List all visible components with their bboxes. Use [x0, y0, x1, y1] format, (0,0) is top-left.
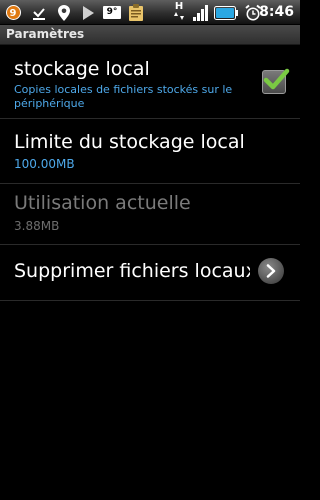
- battery-icon: [214, 3, 238, 22]
- hspa-signal-icon: H: [170, 1, 188, 22]
- page-title: Paramètres: [6, 27, 85, 41]
- pref-current-usage: Utilisation actuelle 3.88MB: [0, 186, 300, 240]
- notification-badge-icon: 9: [4, 3, 22, 22]
- download-done-icon: [29, 3, 49, 22]
- local-storage-checkbox[interactable]: [262, 68, 290, 94]
- location-pin-icon: [55, 3, 73, 22]
- pref-current-usage-title: Utilisation actuelle: [14, 192, 191, 214]
- pref-local-storage[interactable]: stockage local Copies locales de fichier…: [0, 46, 300, 112]
- signal-strength-icon: [191, 3, 209, 22]
- pref-storage-limit-title: Limite du stockage local: [14, 131, 245, 153]
- divider: [0, 300, 300, 301]
- divider: [0, 118, 300, 119]
- pref-current-usage-value: 3.88MB: [14, 219, 60, 233]
- status-bar: 9 9° H 8:46: [0, 0, 300, 25]
- divider: [0, 183, 300, 184]
- chevron-right-icon: [266, 264, 276, 278]
- clipboard-icon: [126, 3, 146, 22]
- pref-local-storage-summary: Copies locales de fichiers stockés sur l…: [14, 83, 233, 110]
- pref-delete-local-files-title: Supprimer fichiers locaux: [14, 260, 250, 282]
- hspa-label: H: [174, 1, 184, 12]
- weather-icon: 9°: [103, 3, 121, 22]
- notification-count: 9: [5, 5, 21, 20]
- status-clock: 8:46: [259, 4, 294, 20]
- delete-local-files-button[interactable]: [258, 258, 284, 284]
- pref-local-storage-title: stockage local: [14, 58, 150, 80]
- pref-storage-limit[interactable]: Limite du stockage local 100.00MB: [0, 123, 300, 179]
- pref-delete-local-files[interactable]: Supprimer fichiers locaux: [0, 248, 300, 296]
- weather-temperature: 9°: [103, 6, 121, 19]
- play-icon: [79, 3, 97, 22]
- pref-storage-limit-value: 100.00MB: [14, 157, 75, 171]
- divider: [0, 244, 300, 245]
- checkmark-icon: [263, 68, 290, 90]
- title-bar: Paramètres: [0, 25, 300, 45]
